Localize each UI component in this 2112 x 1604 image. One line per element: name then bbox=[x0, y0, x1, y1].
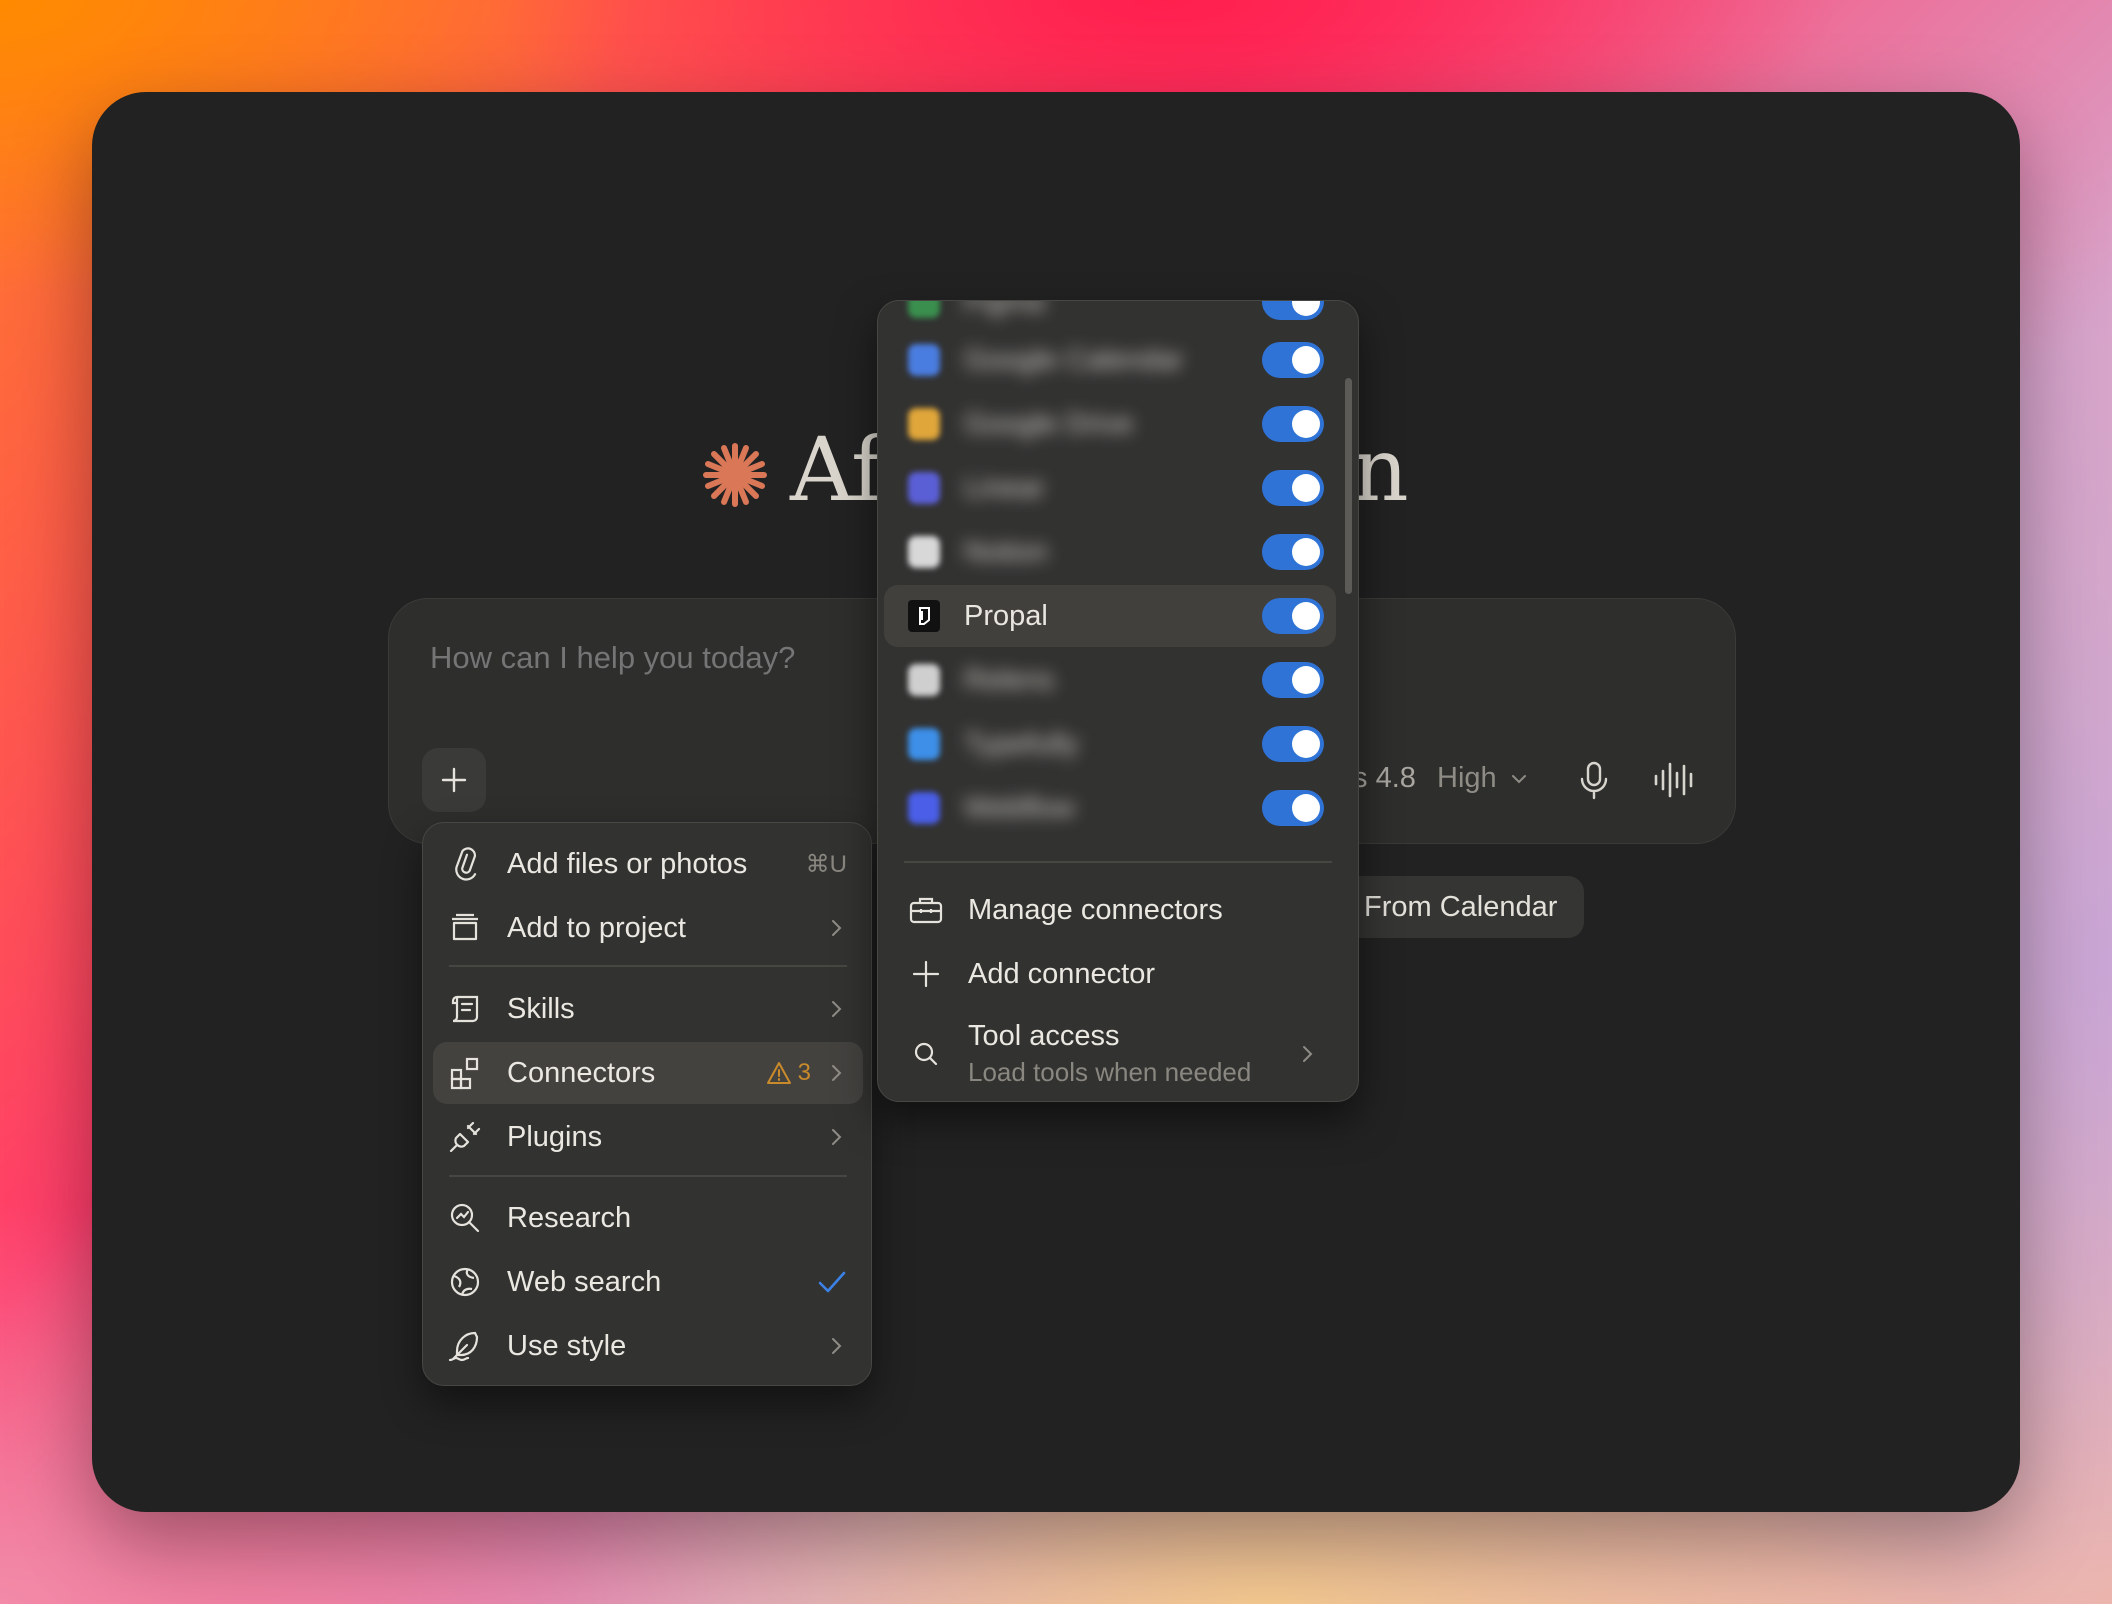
plus-icon bbox=[441, 767, 467, 793]
connector-toggle[interactable] bbox=[1262, 790, 1324, 826]
connector-name: Relens bbox=[964, 663, 1055, 696]
menu-divider bbox=[449, 1175, 847, 1177]
chevron-right-icon bbox=[832, 920, 842, 936]
connector-name: Propal bbox=[964, 599, 1048, 632]
model-effort[interactable]: High bbox=[1437, 762, 1497, 795]
toolbox-icon bbox=[908, 892, 944, 928]
connector-toggle[interactable] bbox=[1262, 301, 1324, 320]
menu-item-web-search[interactable]: Web search bbox=[433, 1251, 863, 1313]
menu-item-label: Research bbox=[507, 1201, 632, 1234]
connector-name: Google Drive bbox=[964, 407, 1134, 440]
checkmark-icon bbox=[818, 1271, 846, 1293]
claude-logo-icon bbox=[703, 443, 767, 507]
connector-app-icon bbox=[908, 536, 940, 568]
chevron-right-icon bbox=[832, 1129, 842, 1145]
connector-row[interactable]: Notion bbox=[884, 521, 1336, 583]
warning-badge: 3 bbox=[766, 1059, 811, 1087]
connector-app-icon bbox=[908, 664, 940, 696]
connector-toggle[interactable] bbox=[1262, 406, 1324, 442]
search-icon bbox=[908, 1036, 944, 1072]
popover-scrollbar[interactable] bbox=[1345, 378, 1352, 594]
connector-toggle[interactable] bbox=[1262, 662, 1324, 698]
plug-icon bbox=[445, 1117, 485, 1157]
connector-toggle[interactable] bbox=[1262, 598, 1324, 634]
globe-icon bbox=[445, 1262, 485, 1302]
menu-item-label: Use style bbox=[507, 1329, 627, 1362]
greeting-title: Af bbox=[790, 418, 884, 521]
menu-item-connectors[interactable]: Connectors 3 bbox=[433, 1042, 863, 1104]
feather-icon bbox=[445, 1326, 485, 1366]
warning-count: 3 bbox=[797, 1059, 811, 1086]
connector-row[interactable]: Relens bbox=[884, 649, 1336, 711]
menu-item-label: Add files or photos bbox=[507, 847, 748, 880]
plus-icon bbox=[908, 956, 944, 992]
manage-connectors-item[interactable]: Manage connectors bbox=[884, 879, 1336, 941]
connector-toggle[interactable] bbox=[1262, 470, 1324, 506]
connector-name: Notion bbox=[964, 535, 1048, 568]
scroll-icon bbox=[445, 989, 485, 1029]
add-connector-label: Add connector bbox=[968, 957, 1156, 990]
connector-row[interactable]: Webflow bbox=[884, 777, 1336, 839]
add-attachment-button[interactable] bbox=[422, 748, 486, 812]
connector-name: Figma bbox=[964, 300, 1045, 318]
connector-app-icon bbox=[908, 728, 940, 760]
connector-toggle[interactable] bbox=[1262, 534, 1324, 570]
research-icon bbox=[445, 1198, 485, 1238]
connector-app-icon bbox=[908, 344, 940, 376]
tool-access-sublabel: Load tools when needed bbox=[968, 1057, 1252, 1087]
connector-row[interactable]: Linear bbox=[884, 457, 1336, 519]
menu-item-label: Add to project bbox=[507, 911, 686, 944]
connectors-popover: Figma Google Calendar Google Drive Linea… bbox=[877, 300, 1359, 1102]
connector-name: Google Calendar bbox=[964, 343, 1184, 376]
connectors-icon bbox=[445, 1053, 485, 1093]
connector-row[interactable]: Google Calendar bbox=[884, 329, 1336, 391]
menu-item-label: Skills bbox=[507, 992, 575, 1025]
connector-name: Linear bbox=[964, 471, 1045, 504]
connector-row[interactable]: Google Drive bbox=[884, 393, 1336, 455]
tool-access-label: Tool access bbox=[968, 1020, 1120, 1052]
menu-item-add-files[interactable]: Add files or photos ⌘U bbox=[433, 833, 863, 895]
connector-row-propal[interactable]: Propal bbox=[884, 585, 1336, 647]
greeting-title-tail: n bbox=[1352, 418, 1409, 521]
chevron-right-icon bbox=[832, 1065, 842, 1081]
connector-app-icon bbox=[908, 408, 940, 440]
voice-mode-icon[interactable] bbox=[1652, 760, 1698, 800]
tool-access-text: Tool access Load tools when needed bbox=[968, 1020, 1251, 1088]
menu-item-skills[interactable]: Skills bbox=[433, 978, 863, 1040]
chevron-right-icon bbox=[1303, 1046, 1313, 1062]
menu-item-label: Web search bbox=[507, 1265, 662, 1298]
microphone-icon[interactable] bbox=[1576, 760, 1612, 800]
project-box-icon bbox=[445, 908, 485, 948]
manage-connectors-label: Manage connectors bbox=[968, 893, 1223, 926]
connector-app-icon bbox=[908, 472, 940, 504]
connector-toggle[interactable] bbox=[1262, 342, 1324, 378]
connector-row[interactable]: Typefully bbox=[884, 713, 1336, 775]
propal-logo-icon bbox=[908, 600, 940, 632]
add-connector-item[interactable]: Add connector bbox=[884, 943, 1336, 1005]
from-calendar-chip[interactable]: From Calendar bbox=[1340, 876, 1584, 938]
connector-name: Typefully bbox=[964, 727, 1079, 760]
prompt-input[interactable] bbox=[430, 640, 890, 676]
chevron-right-icon bbox=[832, 1338, 842, 1354]
menu-item-add-to-project[interactable]: Add to project bbox=[433, 897, 863, 959]
connector-app-icon bbox=[908, 301, 940, 318]
tool-access-item[interactable]: Tool access Load tools when needed bbox=[884, 1015, 1336, 1093]
menu-item-use-style[interactable]: Use style bbox=[433, 1315, 863, 1377]
menu-item-research[interactable]: Research bbox=[433, 1187, 863, 1249]
shortcut-hint: ⌘U bbox=[805, 850, 847, 878]
connector-name: Webflow bbox=[964, 791, 1075, 824]
connector-toggle[interactable] bbox=[1262, 726, 1324, 762]
chevron-right-icon bbox=[832, 1001, 842, 1017]
menu-item-plugins[interactable]: Plugins bbox=[433, 1106, 863, 1168]
menu-item-label: Plugins bbox=[507, 1120, 603, 1153]
paperclip-icon bbox=[445, 844, 485, 884]
connector-app-icon bbox=[908, 792, 940, 824]
menu-item-label: Connectors bbox=[507, 1056, 656, 1089]
popover-divider bbox=[904, 861, 1332, 863]
warning-icon bbox=[766, 1062, 791, 1084]
add-menu: Add files or photos ⌘U Add to project Sk… bbox=[422, 822, 872, 1386]
menu-divider bbox=[449, 965, 847, 967]
chevron-down-icon[interactable] bbox=[1508, 768, 1530, 790]
